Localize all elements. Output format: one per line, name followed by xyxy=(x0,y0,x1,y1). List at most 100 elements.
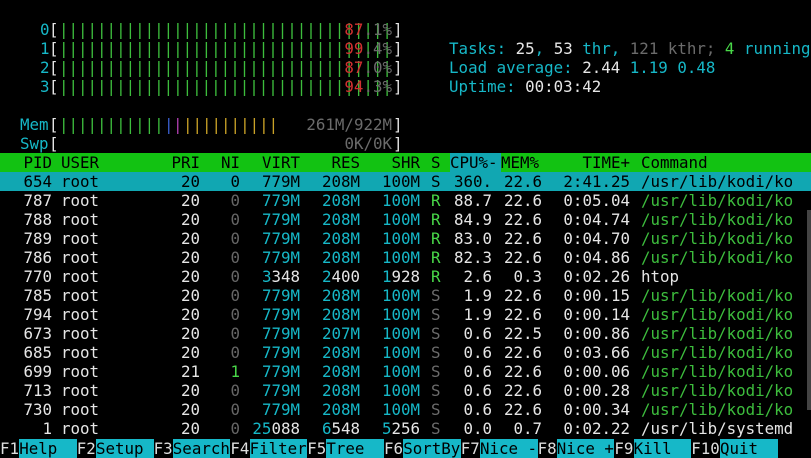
col-virt[interactable]: VIRT xyxy=(250,153,300,172)
time: 0:00.34 xyxy=(563,400,630,419)
priority: 20 xyxy=(180,210,200,229)
priority: 20 xyxy=(180,400,200,419)
pid: 654 xyxy=(23,172,52,191)
user: root xyxy=(61,400,100,419)
process-row[interactable]: 673 root 20 0 779M 207M 100M S 0.6 22.5 0:00.86/us… xyxy=(0,324,811,343)
mem-percent: 22.6 xyxy=(503,343,542,362)
pid: 787 xyxy=(23,191,52,210)
priority: 20 xyxy=(180,248,200,267)
shr: 5256 xyxy=(381,419,420,438)
process-row-selected[interactable]: 654 root 20 0 779M 208M 100M S 360. 22.6 2:41.25/u… xyxy=(0,172,811,191)
fkey-search-button[interactable]: Search xyxy=(172,439,231,458)
pid: 785 xyxy=(23,286,52,305)
fkey-sortby-button[interactable]: SortBy xyxy=(403,439,461,458)
process-row[interactable]: 787 root 20 0 779M 208M 100M R 88.7 22.6 0:05.04/u… xyxy=(0,191,811,210)
time: 0:05.04 xyxy=(563,191,630,210)
process-row[interactable]: 788 root 20 0 779M 208M 100M R 84.9 22.6 0:04.74/u… xyxy=(0,210,811,229)
priority: 20 xyxy=(180,286,200,305)
fkey-nice-button[interactable]: Nice + xyxy=(556,439,615,458)
mem-percent: 22.6 xyxy=(503,305,542,324)
process-row[interactable]: 713 root 20 0 779M 208M 100M S 0.6 22.6 0:00.28/us… xyxy=(0,381,811,400)
nice: 0 xyxy=(230,400,240,419)
col-cpu-sorted[interactable]: CPU%- xyxy=(450,153,501,172)
fkey-help-button[interactable]: Help xyxy=(19,439,77,458)
mem-percent: 22.6 xyxy=(503,248,542,267)
cpu-percent: 94.3% xyxy=(344,77,392,96)
process-row[interactable]: 785 root 20 0 779M 208M 100M S 1.9 22.6 0:00.15/us… xyxy=(0,286,811,305)
virt: 779M xyxy=(261,248,300,267)
col-mem[interactable]: MEM% xyxy=(501,153,539,172)
res: 208M xyxy=(321,400,360,419)
process-row[interactable]: 794 root 20 0 779M 208M 100M S 1.9 22.6 0:00.14/us… xyxy=(0,305,811,324)
state: S xyxy=(431,362,441,381)
virt: 779M xyxy=(261,343,300,362)
htop-terminal: 0[||||||||||||||||||||||||||||||||||| 87.… xyxy=(0,0,811,458)
meter-bracket-open: [ xyxy=(49,20,59,39)
col-command[interactable]: Command xyxy=(641,153,708,172)
shr: 100M xyxy=(381,191,420,210)
uptime: Uptime: 00:03:42 xyxy=(449,77,602,96)
shr: 100M xyxy=(381,400,420,419)
process-row[interactable]: 786 root 20 0 779M 208M 100M R 82.3 22.6 0:04.86/u… xyxy=(0,248,811,267)
state: S xyxy=(431,343,441,362)
user: root xyxy=(61,362,100,381)
fkey-f7-key: F7 xyxy=(460,439,480,458)
process-table-header[interactable]: PID USER PRI NI VIRT RES SHR S CPU%- MEM… xyxy=(0,153,811,172)
fkey-f4-key: F4 xyxy=(230,439,250,458)
res: 208M xyxy=(321,248,360,267)
process-row[interactable]: 789 root 20 0 779M 208M 100M R 83.0 22.6 0:04.70/u… xyxy=(0,229,811,248)
shr: 100M xyxy=(381,210,420,229)
shr: 100M xyxy=(381,229,420,248)
col-state[interactable]: S xyxy=(431,153,441,172)
meter-bracket-close: ] xyxy=(393,20,403,39)
col-res[interactable]: RES xyxy=(310,153,360,172)
fkey-kill-button[interactable]: Kill xyxy=(633,439,692,458)
state: S xyxy=(431,305,441,324)
process-row[interactable]: 699 root 21 1 779M 208M 100M S 0.6 22.6 0:00.06/us… xyxy=(0,362,811,381)
meter-bracket-close: ] xyxy=(393,77,403,96)
process-row[interactable]: 730 root 20 0 779M 208M 100M S 0.6 22.6 0:00.34/us… xyxy=(0,400,811,419)
cpu-percent: 87.1% xyxy=(344,20,392,39)
col-ni[interactable]: NI xyxy=(210,153,240,172)
scrollbar[interactable] xyxy=(807,210,811,410)
nice: 0 xyxy=(230,172,240,191)
swap-value: 0K/0K xyxy=(344,134,392,153)
col-pri[interactable]: PRI xyxy=(160,153,200,172)
res: 208M xyxy=(321,172,360,191)
mem-percent: 22.6 xyxy=(503,362,542,381)
time: 2:41.25 xyxy=(563,172,630,191)
process-row[interactable]: 770 root 20 0 3348 2400 1928 R 2.6 0.3 0:02.26 htop xyxy=(0,267,811,286)
fkey-nice-button[interactable]: Nice - xyxy=(480,439,538,458)
cpu-percent: 87.0% xyxy=(344,58,392,77)
pid: 786 xyxy=(23,248,52,267)
col-time[interactable]: TIME+ xyxy=(560,153,630,172)
col-shr[interactable]: SHR xyxy=(370,153,420,172)
process-row[interactable]: 1 root 20 0 25088 6548 5256 S 0.0 0.7 0:02.22/usr/… xyxy=(0,419,811,438)
virt: 779M xyxy=(261,286,300,305)
priority: 21 xyxy=(180,362,200,381)
fkey-setup-button[interactable]: Setup xyxy=(96,439,154,458)
pid: 788 xyxy=(23,210,52,229)
res: 208M xyxy=(321,305,360,324)
tasks-summary: Tasks: 25, 53 thr, 121 kthr; 4 running xyxy=(449,39,811,58)
virt: 779M xyxy=(261,172,300,191)
time: 0:00.15 xyxy=(563,286,630,305)
col-user[interactable]: USER xyxy=(61,153,99,172)
fkey-tree-button[interactable]: Tree xyxy=(326,439,384,458)
res: 208M xyxy=(321,343,360,362)
time: 0:04.74 xyxy=(563,210,630,229)
fkey-quit-button[interactable]: Quit xyxy=(720,439,778,458)
cpu-percent: 2.6 xyxy=(463,267,492,286)
command: /usr/lib/kodi/ko xyxy=(641,305,794,324)
virt: 779M xyxy=(261,362,300,381)
col-pid[interactable]: PID xyxy=(10,153,52,172)
fkey-filter-button[interactable]: Filter xyxy=(249,439,308,458)
cpu-percent: 0.0 xyxy=(463,419,492,438)
time: 0:03.66 xyxy=(563,343,630,362)
process-row[interactable]: 685 root 20 0 779M 208M 100M S 0.6 22.6 0:03.66/us… xyxy=(0,343,811,362)
res: 6548 xyxy=(321,419,360,438)
priority: 20 xyxy=(180,419,200,438)
cpu-percent: 0.6 xyxy=(463,400,492,419)
shr: 100M xyxy=(381,286,420,305)
virt: 779M xyxy=(261,324,300,343)
